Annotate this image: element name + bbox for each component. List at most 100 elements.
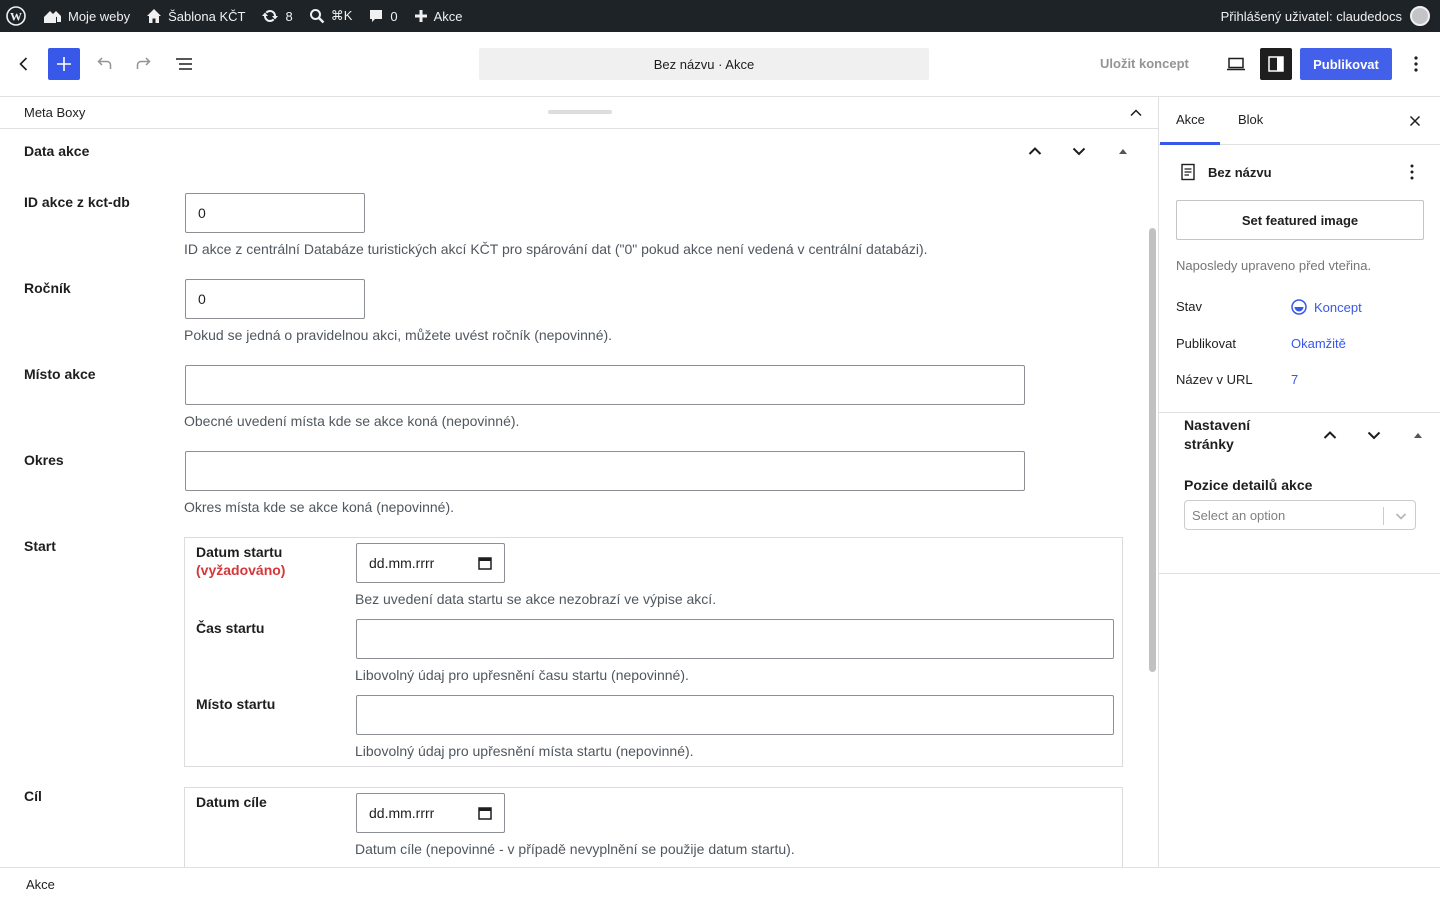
my-sites-icon (44, 11, 61, 23)
my-sites-label: Moje weby (68, 8, 131, 24)
triangle-up-icon[interactable] (1412, 429, 1424, 441)
updates-menu[interactable]: 8 (253, 0, 300, 32)
meta-boxes-label: Meta Boxy (24, 105, 86, 120)
page-icon (1181, 163, 1195, 181)
date-value: dd.mm.rrrr (369, 805, 435, 821)
comments-menu[interactable]: 0 (360, 0, 405, 32)
close-icon[interactable] (1403, 109, 1427, 133)
home-icon (147, 9, 162, 23)
draft-status-icon (1291, 299, 1307, 315)
options-button[interactable] (1400, 48, 1432, 80)
cil-group: Datum cíle dd.mm.rrrr Datum cíle (nepovi… (184, 787, 1123, 867)
okres-input[interactable] (185, 451, 1025, 491)
updates-icon (262, 10, 279, 22)
panel-title-line-1: Nastavení (1184, 417, 1251, 433)
panel-title-line-2: stránky (1184, 436, 1234, 452)
block-inserter-button[interactable] (48, 48, 80, 80)
chevron-up-icon[interactable] (1124, 101, 1148, 125)
sidebar-icon (1268, 56, 1284, 72)
cas-startu-help: Libovolný údaj pro upřesnění času startu… (355, 667, 689, 683)
redo-button[interactable] (128, 48, 160, 80)
misto-akce-input[interactable] (185, 365, 1025, 405)
datum-cile-input[interactable]: dd.mm.rrrr (356, 793, 505, 833)
post-title: Bez názvu (1208, 165, 1272, 180)
plus-icon (414, 10, 427, 22)
status-value-button[interactable]: Koncept (1291, 299, 1362, 315)
chevron-up-icon[interactable] (1320, 425, 1340, 445)
more-vertical-icon[interactable] (1400, 160, 1424, 184)
comment-icon (370, 10, 383, 22)
cas-startu-label: Čas startu (196, 620, 265, 636)
scrollbar-thumb[interactable] (1149, 228, 1156, 672)
breadcrumb[interactable]: Akce (26, 877, 55, 892)
site-name-menu[interactable]: Šablona KČT (138, 0, 253, 32)
document-title-bar[interactable]: Bez názvu · Akce (479, 48, 929, 80)
chevron-left-icon (19, 57, 28, 71)
triangle-up-icon (1119, 149, 1127, 154)
sidebar-tabs: Akce Blok (1159, 97, 1440, 145)
id-akce-input[interactable]: 0 (185, 193, 365, 233)
undo-button[interactable] (88, 48, 120, 80)
field-label-misto: Místo akce (24, 366, 96, 382)
new-content-label: Akce (433, 8, 463, 24)
avatar (1410, 6, 1430, 26)
save-draft-button[interactable]: Uložit koncept (1100, 48, 1189, 80)
desktop-icon (1227, 57, 1245, 71)
new-content-menu[interactable]: Akce (406, 0, 471, 32)
rocnik-help: Pokud se jedná o pravidelnou akci, můžet… (184, 327, 613, 343)
field-label-okres: Okres (24, 452, 64, 468)
field-label-id: ID akce z kct-db (24, 194, 130, 210)
document-overview-button[interactable] (168, 48, 200, 80)
datum-startu-input[interactable]: dd.mm.rrrr (356, 543, 505, 583)
misto-akce-help: Obecné uvedení místa kde se akce koná (n… (184, 413, 520, 429)
toggle-panel-button[interactable] (1111, 139, 1135, 163)
chevron-up-icon (1028, 147, 1042, 155)
settings-sidebar: Akce Blok Bez názvu Set featured image N… (1159, 97, 1440, 867)
position-select[interactable]: Select an option (1184, 500, 1416, 530)
user-greeting: Přihlášený uživatel: claudedocs (1220, 8, 1402, 24)
cas-startu-input[interactable] (356, 619, 1114, 659)
command-search[interactable]: ⌘K (301, 0, 361, 32)
slug-label: Název v URL (1176, 372, 1253, 387)
chevron-down-icon[interactable] (1364, 425, 1384, 445)
position-label: Pozice detailů akce (1184, 477, 1313, 493)
misto-startu-label: Místo startu (196, 696, 276, 712)
datum-cile-help: Datum cíle (nepovinné - v případě nevypl… (355, 841, 795, 857)
status-label: Stav (1176, 299, 1203, 314)
settings-toggle-button[interactable] (1260, 48, 1292, 80)
move-up-button[interactable] (1023, 139, 1047, 163)
my-sites-menu[interactable]: Moje weby (34, 0, 138, 32)
tab-block[interactable]: Blok (1238, 112, 1263, 127)
tab-post[interactable]: Akce (1176, 112, 1205, 127)
comments-count: 0 (390, 8, 398, 24)
resize-handle[interactable] (548, 110, 612, 114)
document-title: Bez názvu · Akce (653, 56, 755, 72)
move-down-button[interactable] (1067, 139, 1091, 163)
publish-button[interactable]: Publikovat (1300, 48, 1392, 80)
meta-boxes-area: Meta Boxy Data akce ID akce z kct-db 0 I… (0, 97, 1159, 867)
slug-value-button[interactable]: 7 (1291, 372, 1298, 387)
last-modified-text: Naposledy upraveno před vteřina. (1176, 258, 1372, 273)
start-group: Datum startu (vyžadováno) dd.mm.rrrr Bez… (184, 537, 1123, 767)
rocnik-input[interactable]: 0 (185, 279, 365, 319)
misto-startu-input[interactable] (356, 695, 1114, 735)
publish-date-button[interactable]: Okamžitě (1291, 336, 1346, 351)
datum-startu-label: Datum startu (196, 544, 283, 560)
editor-header: Bez názvu · Akce Uložit koncept Publikov… (0, 32, 1440, 97)
search-icon (309, 9, 325, 24)
wordpress-logo-icon[interactable]: W (0, 0, 34, 32)
user-menu[interactable]: Přihlášený uživatel: claudedocs (1221, 6, 1440, 26)
datum-startu-help: Bez uvedení data startu se akce nezobraz… (355, 591, 717, 607)
list-view-icon (176, 58, 192, 70)
preview-button[interactable] (1220, 48, 1252, 80)
active-tab-indicator (1160, 142, 1220, 145)
block-breadcrumb-bar: Akce (0, 867, 1440, 900)
updates-count: 8 (285, 8, 293, 24)
calendar-icon (478, 807, 492, 820)
set-featured-image-button[interactable]: Set featured image (1176, 200, 1424, 240)
meta-boxes-bar[interactable]: Meta Boxy (0, 97, 1159, 129)
meta-box-title: Data akce (24, 143, 90, 159)
plus-icon (57, 57, 71, 71)
back-button[interactable] (8, 48, 40, 80)
field-label-start: Start (24, 538, 56, 554)
